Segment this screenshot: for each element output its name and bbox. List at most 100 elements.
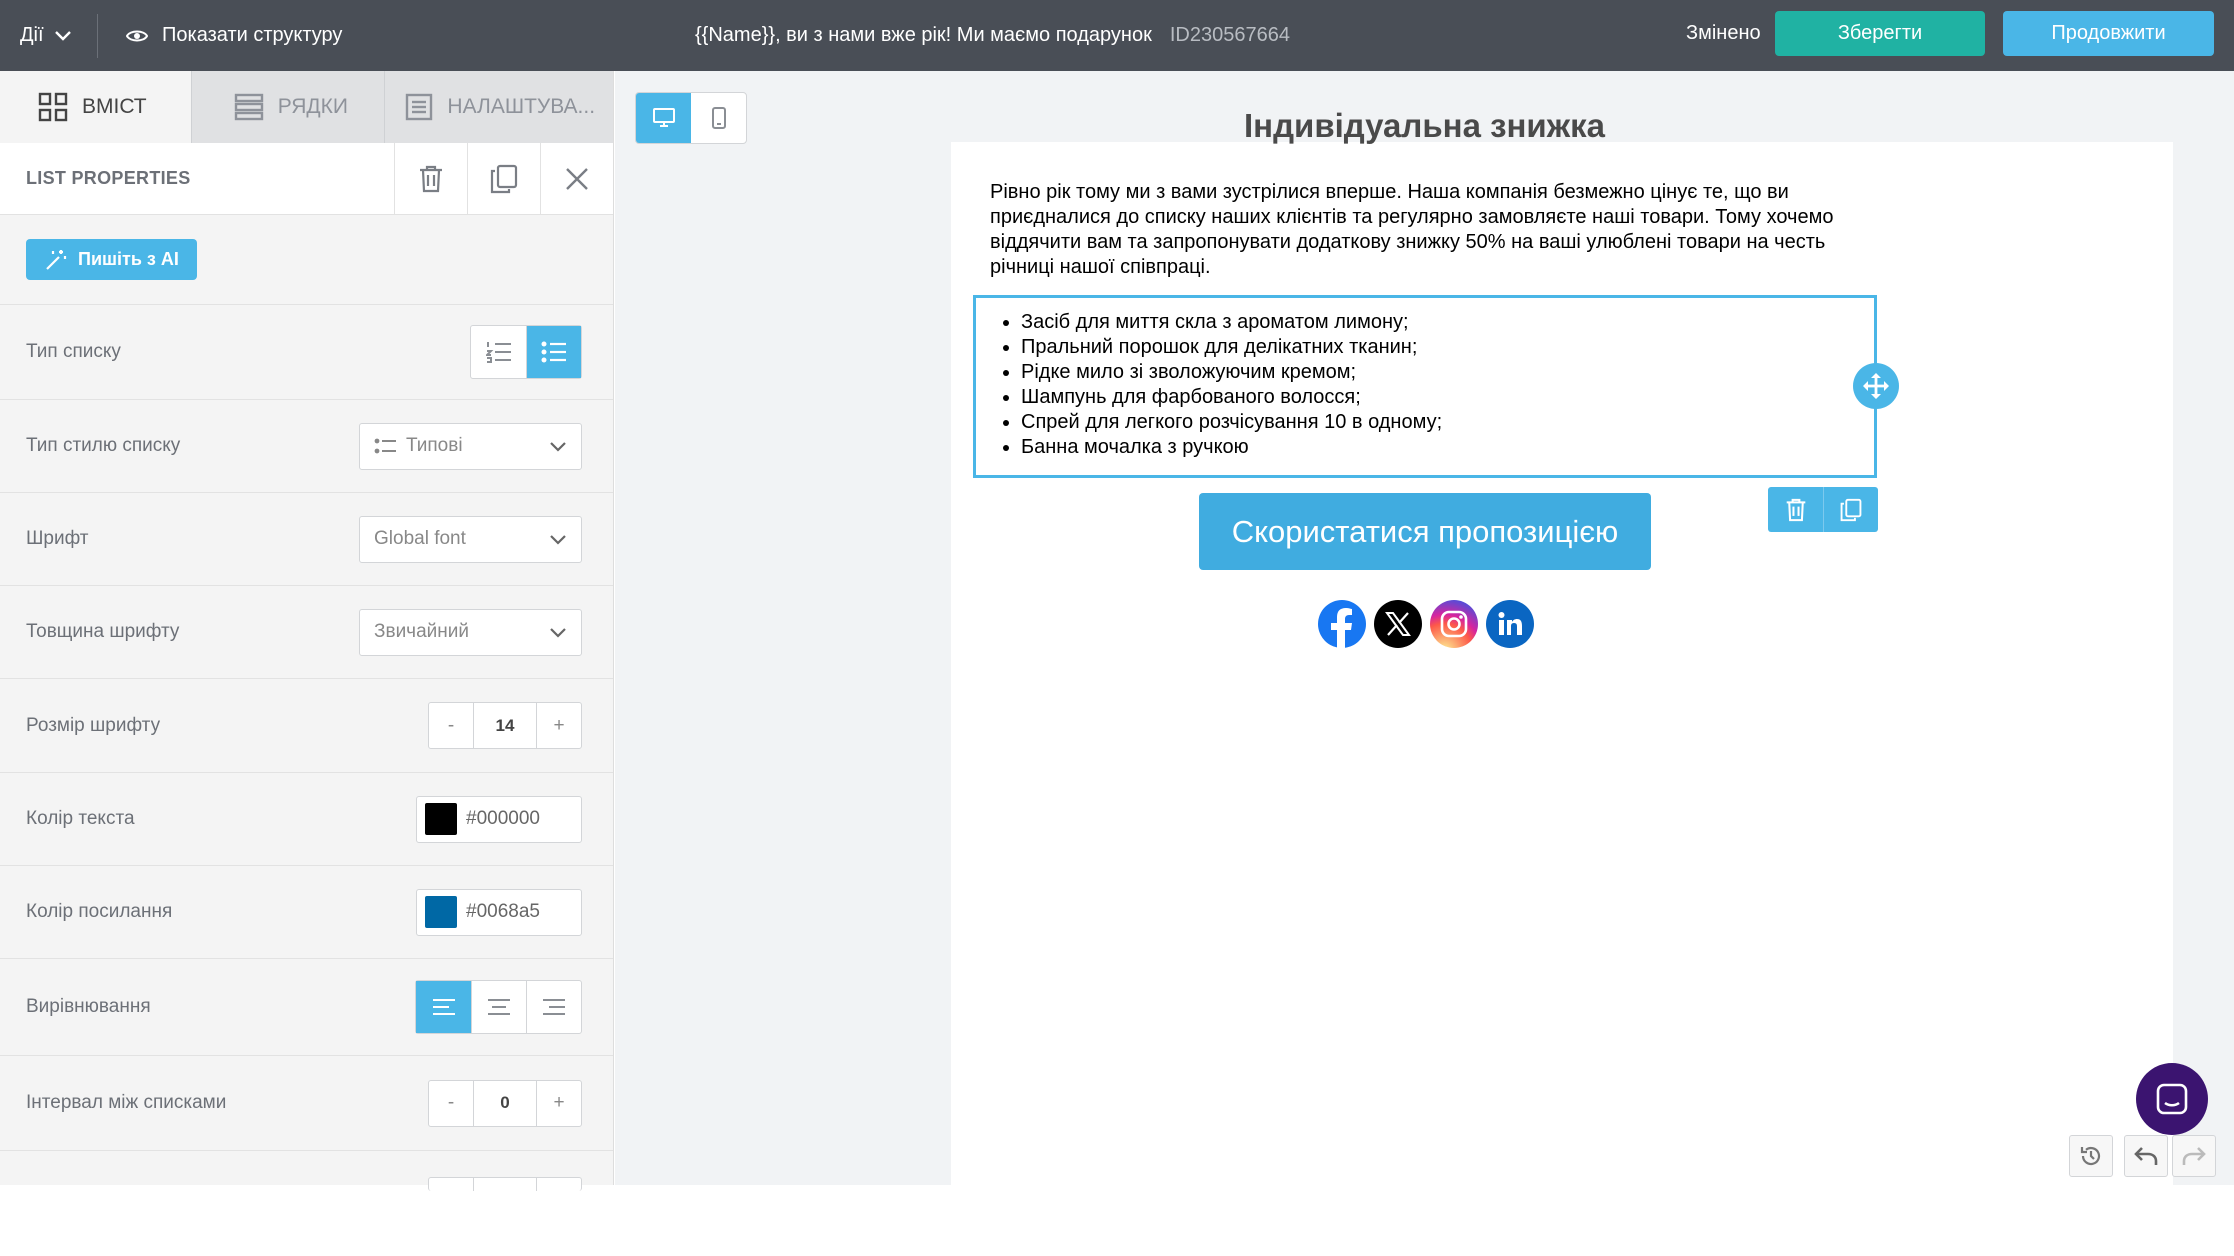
partial-stepper [428,1177,582,1191]
text-color-value: #000000 [466,808,540,829]
list-style-selected: Типові [374,435,463,457]
tab-settings[interactable]: НАЛАШТУВА... [385,71,613,143]
spacing-increase[interactable]: + [537,1081,581,1126]
bullet-list-option[interactable] [526,326,581,378]
undo-button[interactable] [2124,1135,2168,1177]
text-color-label: Колір текста [26,808,135,829]
trash-icon [418,165,444,193]
list-item: Засіб для миття скла з ароматом лимону; [1021,310,1874,335]
alignment-row: Вирівнювання [0,959,613,1056]
list-item: Пральний порошок для делікатних тканин; [1021,335,1874,360]
list-spacing-label: Інтервал між списками [26,1092,227,1113]
alignment-switch [415,980,582,1034]
undo-icon [2133,1145,2159,1167]
close-panel-button[interactable] [540,142,613,215]
font-weight-value: Звичайний [374,621,469,642]
show-structure-label: Показати структуру [162,24,343,46]
align-center-icon [487,998,511,1016]
save-status: Змінено [1686,22,1761,44]
tab-rows-label: РЯДКИ [277,95,348,118]
font-size-label: Розмір шрифту [26,714,161,736]
email-paragraph[interactable]: Рівно рік тому ми з вами зустрілися впер… [990,180,1870,280]
link-color-picker[interactable]: #0068a5 [416,888,582,936]
font-size-stepper: - 14 + [428,702,582,749]
chat-icon [2155,1082,2189,1116]
copy-icon [490,164,518,194]
link-color-swatch [425,896,457,928]
product-list: Засіб для миття скла з ароматом лимону; … [976,298,1874,460]
continue-button[interactable]: Продовжити [2003,11,2214,56]
ai-row: Пишіть з AI [0,215,613,305]
alignment-label: Вирівнювання [26,996,151,1017]
properties-sidebar: ВМІСТ РЯДКИ НАЛАШТУВА... LIST PROPERTIES… [0,71,614,1191]
font-select[interactable]: Global font [359,515,582,563]
sidebar-tabs: ВМІСТ РЯДКИ НАЛАШТУВА... [0,71,613,143]
move-icon [1862,372,1890,400]
eye-icon [126,28,148,44]
font-size-increase[interactable]: + [537,703,581,748]
list-item: Шампунь для фарбованого волосся; [1021,385,1874,410]
rows-icon [234,93,264,121]
tab-rows[interactable]: РЯДКИ [192,71,386,143]
history-button[interactable] [2069,1135,2113,1177]
list-style-value: Типові [406,435,463,456]
block-delete-button[interactable] [1768,487,1823,532]
font-weight-select[interactable]: Звичайний [359,608,582,656]
tab-content-label: ВМІСТ [82,95,147,118]
facebook-icon[interactable] [1318,600,1366,648]
font-value: Global font [374,528,466,549]
align-center-option[interactable] [471,981,526,1033]
font-weight-label: Товщина шрифту [26,621,180,642]
font-label: Шрифт [26,528,89,549]
text-color-swatch [425,803,457,835]
redo-button[interactable] [2172,1135,2216,1177]
ordered-list-option[interactable] [471,326,526,378]
list-item: Рідке мило зі зволожуючим кремом; [1021,360,1874,385]
panel-title: LIST PROPERTIES [26,168,191,188]
align-right-option[interactable] [526,981,581,1033]
list-spacing-row: Інтервал між списками - 0 + [0,1056,613,1151]
x-icon[interactable] [1374,600,1422,648]
instagram-icon[interactable] [1430,600,1478,648]
cta-button[interactable]: Скористатися пропозицією [1199,493,1651,570]
actions-menu[interactable]: Дії [0,13,98,58]
block-toolbar [1768,487,1878,532]
tab-content[interactable]: ВМІСТ [0,71,192,143]
trash-icon [1785,498,1807,522]
font-size-value[interactable]: 14 [473,703,537,748]
align-left-option[interactable] [416,981,471,1033]
list-item: Спрей для легкого розчісування 10 в одно… [1021,410,1874,435]
align-left-icon [432,998,456,1016]
font-size-decrease[interactable]: - [429,703,473,748]
show-structure-toggle[interactable]: Показати структуру [126,24,342,47]
settings-doc-icon [405,93,433,121]
align-right-icon [542,998,566,1016]
spacing-decrease[interactable]: - [429,1081,473,1126]
list-style-select[interactable]: Типові [359,422,582,470]
list-style-icon [374,437,398,455]
email-id: ID230567664 [1169,24,1290,46]
list-type-row: Тип списку [0,305,613,400]
magic-wand-icon [44,248,68,272]
actions-label: Дії [20,24,44,46]
move-handle[interactable] [1853,363,1899,409]
email-heading[interactable]: Індивідуальна знижка [615,107,2234,145]
selected-list-block[interactable]: Засіб для миття скла з ароматом лимону; … [973,295,1877,478]
chevron-down-icon [549,627,567,638]
link-color-value: #0068a5 [466,901,540,922]
linkedin-icon[interactable] [1486,600,1534,648]
duplicate-block-button[interactable] [467,142,540,215]
support-chat-button[interactable] [2136,1063,2208,1135]
close-icon [565,167,589,191]
write-with-ai-button[interactable]: Пишіть з AI [26,239,197,280]
history-icon [2079,1144,2103,1168]
list-style-row: Тип стилю списку Типові [0,400,613,493]
text-color-picker[interactable]: #000000 [416,795,582,843]
chevron-down-icon [549,441,567,452]
block-duplicate-button[interactable] [1823,487,1878,532]
spacing-value[interactable]: 0 [473,1080,537,1126]
ai-button-label: Пишіть з AI [78,249,179,269]
list-item: Банна мочалка з ручкою [1021,435,1874,460]
save-button[interactable]: Зберегти [1775,11,1985,56]
delete-block-button[interactable] [394,142,467,215]
